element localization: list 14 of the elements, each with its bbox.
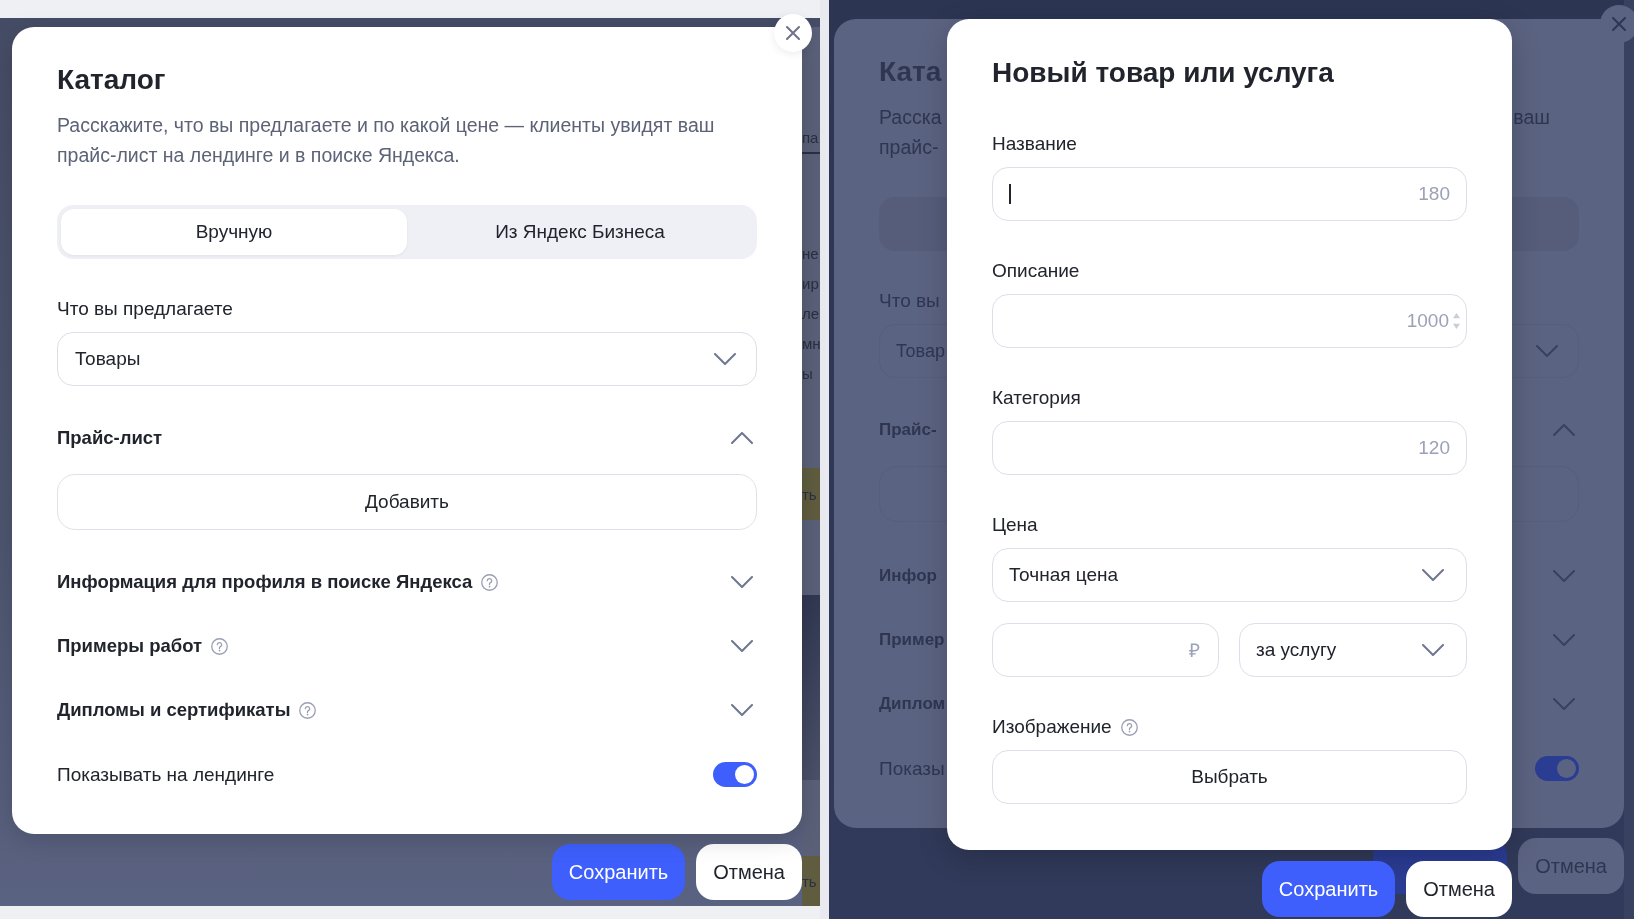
currency-sign: ₽ [1189,639,1200,663]
dialog-title: Каталог [57,63,166,97]
field-label: Описание [992,259,1080,283]
field-label: Изображение [992,715,1112,739]
field-label: Что вы предлагаете [57,297,233,321]
character-counter: 1000 [1406,310,1449,332]
dialog-title: Новый товар или услуга [992,56,1334,90]
field-label: Категория [992,386,1081,410]
character-counter: 120 [1418,437,1450,459]
character-counter: 180 [1418,183,1450,205]
field-label: Название [992,132,1077,156]
dialog-description: Расскажите, что вы предлагаете и по какой цене — клиенты увидят ваш прайс-лист на лендинге и в поиске Яндекса. [57,113,716,168]
toggle-label: Показывать на лендинге [57,763,275,786]
field-label: Цена [992,513,1038,537]
